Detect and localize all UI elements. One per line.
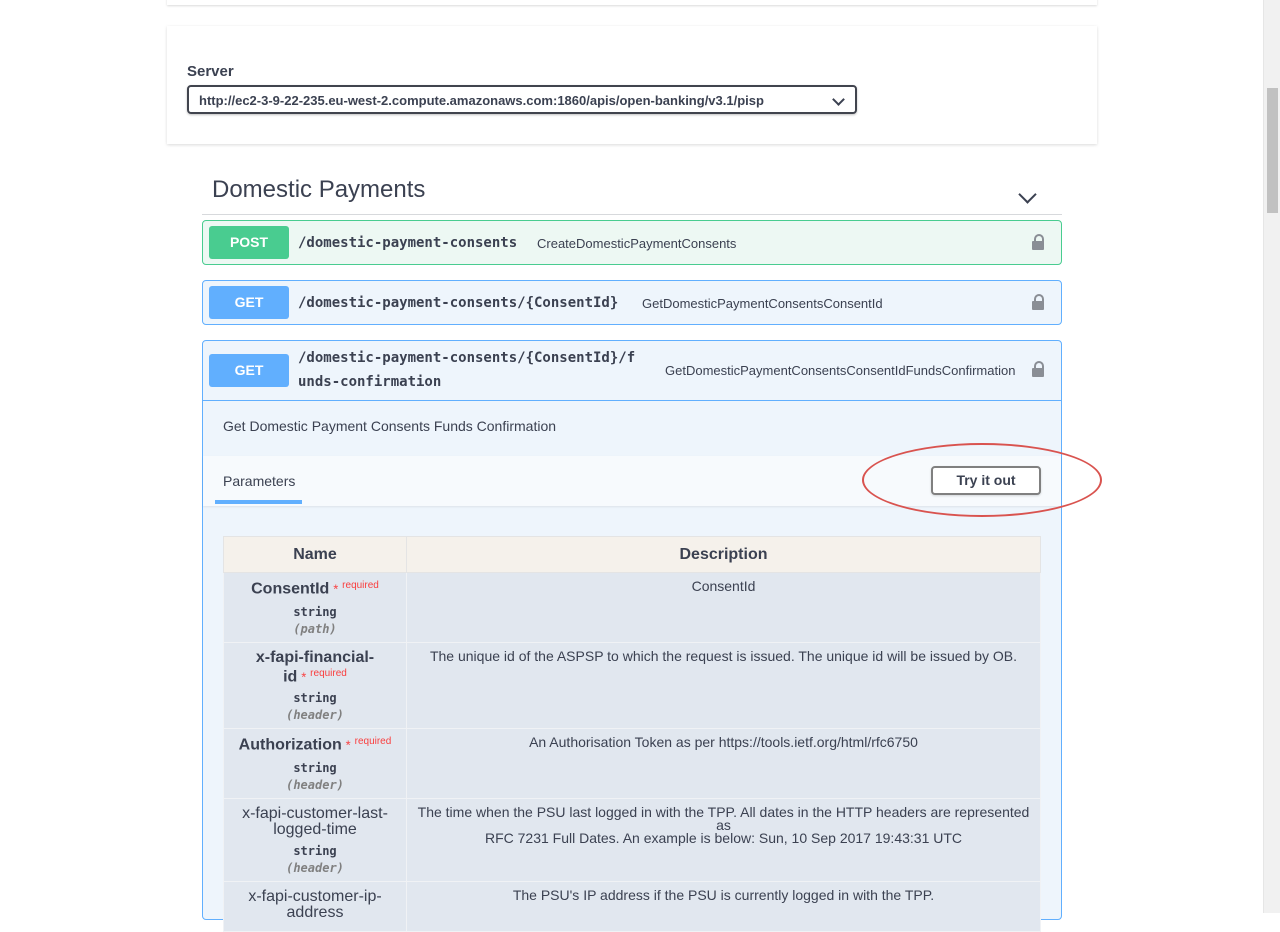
highlight-annotation-ellipse <box>862 443 1102 517</box>
chevron-down-icon <box>832 93 845 106</box>
operation-path: /domestic-payment-consents <box>298 235 518 251</box>
table-row: Authorization * required string (header)… <box>223 728 1041 799</box>
parameter-description-cell: ConsentId <box>406 572 1041 643</box>
parameter-description-cell: The unique id of the ASPSP to which the … <box>406 641 1041 730</box>
parameter-name-line1: x-fapi-financial- <box>255 648 375 666</box>
parameter-name: ConsentId <box>251 580 330 598</box>
page-scrollbar[interactable] <box>1263 0 1280 913</box>
parameter-name-cell: x-fapi-financial- id * required string (… <box>223 641 407 730</box>
tag-divider <box>202 214 1062 215</box>
lock-icon[interactable] <box>1032 361 1044 377</box>
server-select-value: http://ec2-3-9-22-235.eu-west-2.compute.… <box>199 93 764 108</box>
required-label: required <box>342 580 379 591</box>
parameter-name-cell: Authorization * required string (header) <box>223 728 407 799</box>
required-star: * <box>333 581 339 597</box>
parameter-in: (header) <box>286 708 344 723</box>
method-badge: POST <box>209 226 289 259</box>
operation-path: /domestic-payment-consents/{ConsentId} <box>298 295 619 311</box>
parameter-in: (path) <box>293 621 337 636</box>
parameter-description-line1: The time when the PSU last logged in wit… <box>417 803 1030 833</box>
table-row: x-fapi-customer-last- logged-time string… <box>223 797 1041 882</box>
opblock-post-domestic-payment-consents[interactable]: POST /domestic-payment-consents CreateDo… <box>202 220 1062 265</box>
parameter-type: string <box>293 843 337 858</box>
parameter-description-cell: The PSU's IP address if the PSU is curre… <box>406 880 1041 932</box>
parameter-description: The PSU's IP address if the PSU is curre… <box>512 886 935 903</box>
required-star: * <box>301 669 307 685</box>
parameter-type: string <box>293 691 337 706</box>
required-label: required <box>354 736 392 748</box>
server-card: Server http://ec2-3-9-22-235.eu-west-2.c… <box>167 26 1097 144</box>
parameter-name-cell: x-fapi-customer-last- logged-time string… <box>223 797 407 882</box>
parameter-name-line2: logged-time <box>273 820 357 838</box>
parameter-description: The unique id of the ASPSP to which the … <box>429 647 1018 664</box>
parameter-description-line2: RFC 7231 Full Dates. An example is below… <box>484 829 963 846</box>
tag-title: Domestic Payments <box>212 176 426 203</box>
lock-icon[interactable] <box>1032 234 1044 250</box>
required-star: * <box>345 737 351 753</box>
parameter-name-line1: x-fapi-customer-ip- <box>248 887 382 905</box>
parameter-name-cell: ConsentId * required string (path) <box>223 572 407 643</box>
operation-summary[interactable]: GetDomesticPaymentConsentsConsentIdFunds… <box>665 363 1015 378</box>
parameter-name-line1: x-fapi-customer-last- <box>242 804 388 822</box>
scrollbar-thumb[interactable] <box>1267 88 1278 213</box>
parameters-table: Name Description ConsentId * required st… <box>223 536 1041 932</box>
operation-summary: GetDomesticPaymentConsentsConsentId <box>642 296 883 311</box>
parameter-name-line2: id <box>283 668 298 686</box>
parameter-name-cell: x-fapi-customer-ip- address <box>223 880 407 932</box>
column-header-description: Description <box>406 536 1041 573</box>
table-row: x-fapi-customer-ip- address The PSU's IP… <box>223 880 1041 932</box>
server-label: Server <box>187 63 234 80</box>
parameter-description: ConsentId <box>691 578 756 594</box>
tab-parameters-underline <box>215 500 302 504</box>
required-label: required <box>310 667 347 679</box>
tab-parameters[interactable]: Parameters <box>223 473 295 489</box>
parameter-description-cell: An Authorisation Token as per https://to… <box>406 728 1041 799</box>
table-row: ConsentId * required string (path) Conse… <box>223 572 1041 643</box>
method-badge[interactable]: GET <box>209 354 289 387</box>
opblock-divider <box>203 400 1061 401</box>
parameter-in: (header) <box>286 777 344 792</box>
parameter-in: (header) <box>286 860 344 875</box>
server-select[interactable]: http://ec2-3-9-22-235.eu-west-2.compute.… <box>187 85 857 114</box>
column-header-name: Name <box>223 536 407 573</box>
opblock-get-domestic-payment-consents-id[interactable]: GET /domestic-payment-consents/{ConsentI… <box>202 280 1062 325</box>
previous-card <box>167 0 1097 5</box>
parameter-name: Authorization <box>238 736 342 754</box>
operation-path-line2[interactable]: unds-confirmation <box>298 374 441 390</box>
collapse-toggle-icon[interactable] <box>1018 185 1037 204</box>
parameter-type: string <box>293 760 337 775</box>
lock-icon[interactable] <box>1032 294 1044 310</box>
parameter-description-cell: The time when the PSU last logged in wit… <box>406 797 1041 882</box>
operation-description: Get Domestic Payment Consents Funds Conf… <box>223 418 557 434</box>
method-badge: GET <box>209 286 289 319</box>
operation-summary: CreateDomesticPaymentConsents <box>537 236 737 251</box>
operation-path-line1[interactable]: /domestic-payment-consents/{ConsentId}/f <box>298 350 635 366</box>
parameter-description: An Authorisation Token as per https://to… <box>529 734 918 751</box>
table-row: x-fapi-financial- id * required string (… <box>223 641 1041 730</box>
parameter-type: string <box>293 604 337 619</box>
